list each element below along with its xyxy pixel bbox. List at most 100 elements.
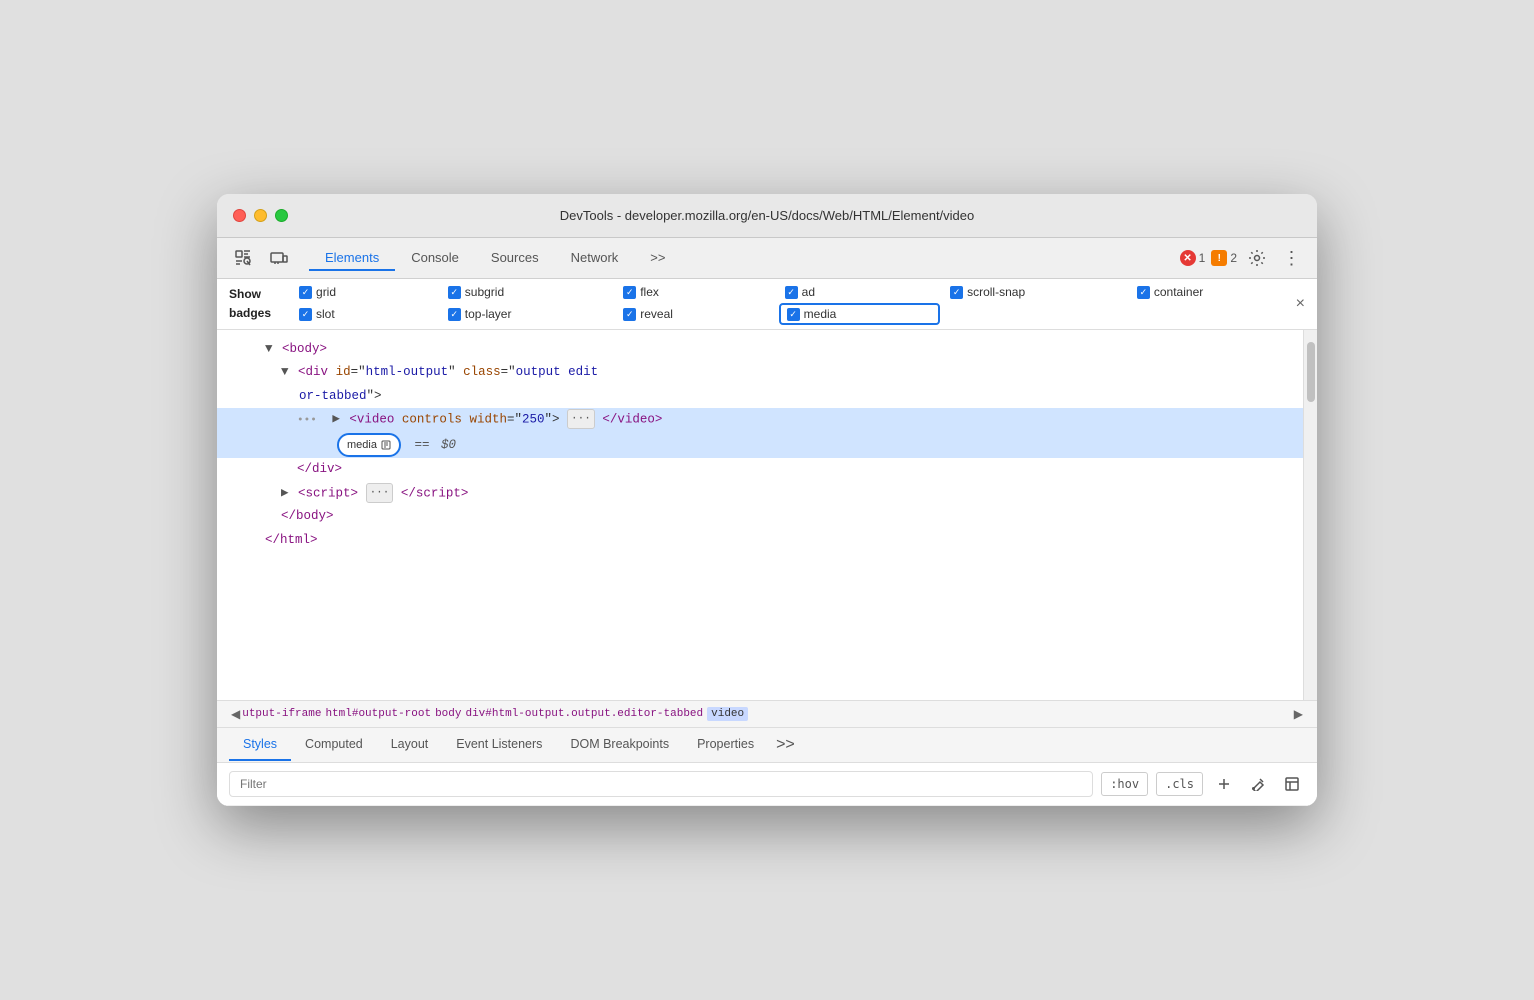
dom-video-width-attr: width [469,412,507,426]
inspector-icon[interactable] [229,244,257,272]
settings-icon[interactable] [1243,244,1271,272]
dom-video-line[interactable]: ••• ▶ <video controls width="250"> ··· <… [217,408,1303,432]
dom-body-close-tag: </body> [281,509,334,523]
triangle-div: ▼ [281,365,289,379]
checkbox-subgrid[interactable]: ✓ [448,286,461,299]
badges-bar: Show badges ✓ grid ✓ subgrid ✓ flex ✓ ad… [217,279,1317,330]
warning-count: 2 [1230,251,1237,265]
badge-reveal-label: reveal [640,307,673,321]
main-toolbar: Elements Console Sources Network >> ✕ 1 … [217,238,1317,279]
badge-slot-label: slot [316,307,335,321]
dom-equals-sign: == [414,438,429,452]
badge-slot[interactable]: ✓ slot [293,303,438,325]
tab-dom-breakpoints[interactable]: DOM Breakpoints [556,729,683,761]
triangle-script: ▶ [281,486,289,500]
badge-ad[interactable]: ✓ ad [779,283,940,301]
add-rule-button[interactable] [1211,771,1237,797]
traffic-lights [233,209,288,222]
toolbar-tabs: Elements Console Sources Network >> [309,246,681,271]
badge-top-layer-label: top-layer [465,307,512,321]
tab-properties[interactable]: Properties [683,729,768,761]
checkbox-scroll-snap[interactable]: ✓ [950,286,963,299]
checkbox-slot[interactable]: ✓ [299,308,312,321]
badge-top-layer[interactable]: ✓ top-layer [442,303,613,325]
tab-more[interactable]: >> [634,246,681,271]
tab-event-listeners[interactable]: Event Listeners [442,729,556,761]
checkbox-container[interactable]: ✓ [1137,286,1150,299]
close-badges-button[interactable]: × [1296,295,1305,313]
dom-div-class-attr: class [463,365,501,379]
tab-network[interactable]: Network [555,246,635,271]
filter-bar: :hov .cls [217,763,1317,806]
dom-media-badge-line[interactable]: media == $0 [217,432,1303,459]
paint-icon[interactable] [1245,771,1271,797]
dom-video-tag: <video [349,412,394,426]
dom-div-line2: or-tabbed"> [217,385,1303,408]
warning-icon: ! [1211,250,1227,266]
badge-ad-label: ad [802,285,815,299]
breadcrumb-right-arrow[interactable]: ▶ [1294,707,1303,721]
badge-container-label: container [1154,285,1203,299]
warning-badge: ! 2 [1211,250,1237,266]
more-options-icon[interactable]: ⋮ [1277,244,1305,272]
breadcrumb-video[interactable]: video [707,707,748,721]
dom-body-tag: <body> [282,342,327,356]
breadcrumb-html[interactable]: html#output-root [325,708,431,720]
responsive-icon[interactable] [265,244,293,272]
hov-button[interactable]: :hov [1101,772,1148,796]
tab-elements[interactable]: Elements [309,246,395,271]
tab-console[interactable]: Console [395,246,475,271]
dom-video-width-val: 250 [522,412,545,426]
dom-video-controls: controls [402,412,462,426]
filter-input[interactable] [229,771,1093,797]
breadcrumb-iframe[interactable]: utput-iframe [242,708,321,720]
dom-div-close: </div> [217,458,1303,481]
dom-div-tag-open: <div [298,365,328,379]
dom-div-id-val: html-output [366,365,449,379]
tab-styles[interactable]: Styles [229,729,291,761]
error-icon: ✕ [1180,250,1196,266]
dom-div-id-attr: id [336,365,351,379]
triangle-video: ▶ [332,412,340,426]
main-content: ▼ <body> ▼ <div id="html-output" class="… [217,330,1317,700]
dom-div-line1: ▼ <div id="html-output" class="output ed… [217,361,1303,384]
checkbox-top-layer[interactable]: ✓ [448,308,461,321]
dom-html-close: </html> [217,529,1303,552]
checkbox-ad[interactable]: ✓ [785,286,798,299]
badge-container[interactable]: ✓ container [1131,283,1305,301]
breadcrumb-left-arrow[interactable]: ◀ [231,707,240,721]
video-ellipsis: ··· [567,409,595,430]
script-ellipsis: ··· [366,483,394,504]
checkbox-grid[interactable]: ✓ [299,286,312,299]
badge-subgrid[interactable]: ✓ subgrid [442,283,613,301]
media-badge[interactable]: media [337,433,401,458]
minimize-button[interactable] [254,209,267,222]
tab-layout[interactable]: Layout [377,729,443,761]
checkbox-reveal[interactable]: ✓ [623,308,636,321]
layout-icon[interactable] [1279,771,1305,797]
dom-scrollbar[interactable] [1303,330,1317,700]
badge-scroll-snap[interactable]: ✓ scroll-snap [944,283,1127,301]
close-button[interactable] [233,209,246,222]
tab-computed[interactable]: Computed [291,729,377,761]
maximize-button[interactable] [275,209,288,222]
badge-flex[interactable]: ✓ flex [617,283,774,301]
breadcrumb-body[interactable]: body [435,708,461,720]
badge-media[interactable]: ✓ media [779,303,940,325]
badge-grid[interactable]: ✓ grid [293,283,438,301]
badge-grid-label: grid [316,285,336,299]
tab-sources[interactable]: Sources [475,246,555,271]
checkbox-flex[interactable]: ✓ [623,286,636,299]
cls-button[interactable]: .cls [1156,772,1203,796]
dom-script-tag: <script> [298,486,358,500]
dom-div-class-val: output edit [516,365,599,379]
scrollbar-thumb[interactable] [1307,342,1315,402]
tab-more[interactable]: >> [768,728,803,762]
checkbox-media[interactable]: ✓ [787,308,800,321]
badges-label-show: Show [229,285,271,304]
dom-panel[interactable]: ▼ <body> ▼ <div id="html-output" class="… [217,330,1303,700]
window-title: DevTools - developer.mozilla.org/en-US/d… [560,208,975,223]
breadcrumb-div[interactable]: div#html-output.output.editor-tabbed [465,708,703,720]
dom-dollar-0: $0 [441,438,456,452]
badge-reveal[interactable]: ✓ reveal [617,303,774,325]
